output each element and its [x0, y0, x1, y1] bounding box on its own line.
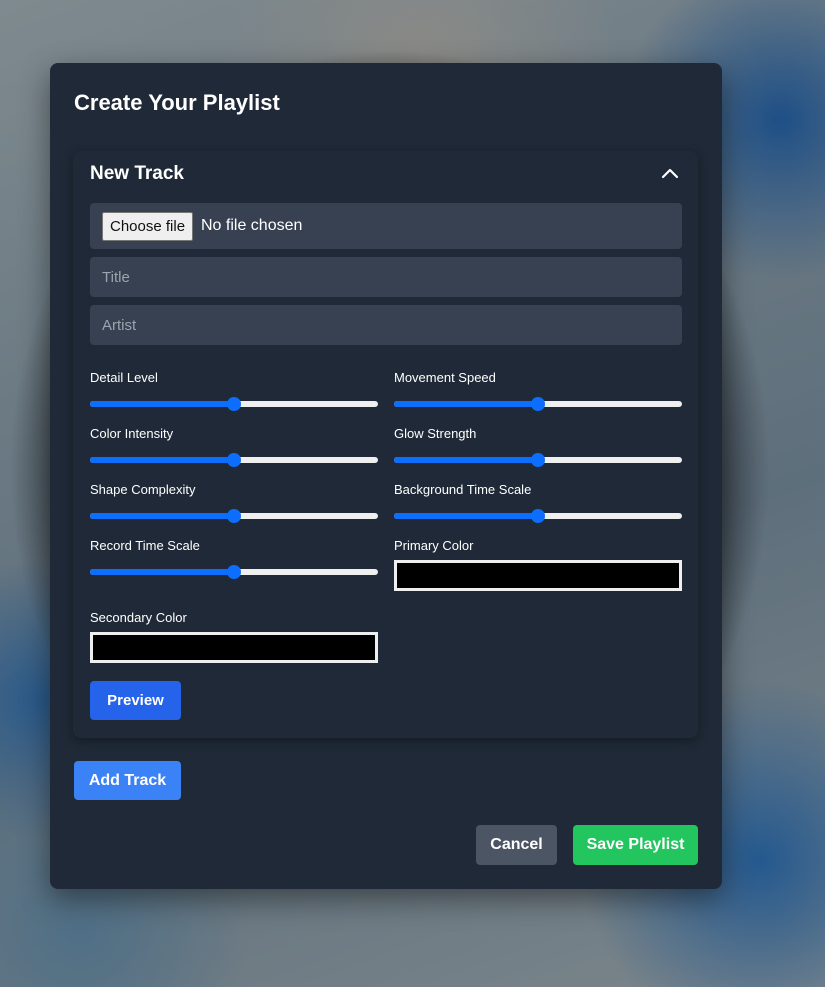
slider-thumb[interactable] [227, 397, 241, 411]
slider-label: Color Intensity [90, 426, 174, 441]
control-primary-color: Primary Color [394, 538, 682, 591]
create-playlist-modal: Create Your Playlist New Track Choose fi… [50, 63, 722, 889]
control-detail-level: Detail Level [90, 370, 378, 412]
primary-color-picker[interactable] [394, 560, 682, 591]
audio-file-input: Choose file No file chosen [90, 203, 682, 249]
control-color-intensity: Color Intensity [90, 426, 378, 468]
detail-level-slider[interactable] [90, 396, 378, 412]
title-field-wrapper [90, 257, 682, 297]
shape-complexity-slider[interactable] [90, 508, 378, 524]
secondary-color-picker[interactable] [90, 632, 378, 663]
artist-input[interactable] [90, 305, 682, 345]
slider-thumb[interactable] [531, 397, 545, 411]
record-time-scale-slider[interactable] [90, 564, 378, 580]
slider-thumb[interactable] [227, 509, 241, 523]
background-time-scale-slider[interactable] [394, 508, 682, 524]
slider-thumb[interactable] [531, 509, 545, 523]
save-playlist-button[interactable]: Save Playlist [573, 825, 698, 865]
slider-label: Movement Speed [394, 370, 496, 385]
preview-button[interactable]: Preview [90, 681, 181, 720]
choose-file-button[interactable]: Choose file [102, 212, 194, 241]
color-label: Primary Color [394, 538, 474, 553]
artist-field-wrapper [90, 305, 682, 345]
slider-label: Glow Strength [394, 426, 477, 441]
color-intensity-slider[interactable] [90, 452, 378, 468]
control-background-time-scale: Background Time Scale [394, 482, 682, 524]
slider-thumb[interactable] [227, 453, 241, 467]
slider-label: Background Time Scale [394, 482, 532, 497]
control-shape-complexity: Shape Complexity [90, 482, 378, 524]
control-movement-speed: Movement Speed [394, 370, 682, 412]
file-status: No file chosen [201, 217, 303, 234]
slider-label: Detail Level [90, 370, 158, 385]
control-record-time-scale: Record Time Scale [90, 538, 378, 580]
track-card: New Track Choose file No file chosen Det… [73, 151, 698, 738]
title-input[interactable] [90, 257, 682, 297]
control-glow-strength: Glow Strength [394, 426, 682, 468]
slider-label: Shape Complexity [90, 482, 196, 497]
slider-thumb[interactable] [531, 453, 545, 467]
glow-strength-slider[interactable] [394, 452, 682, 468]
modal-title: Create Your Playlist [74, 90, 280, 115]
control-secondary-color: Secondary Color [90, 610, 378, 663]
slider-label: Record Time Scale [90, 538, 200, 553]
collapse-toggle-button[interactable] [658, 162, 682, 184]
color-label: Secondary Color [90, 610, 187, 625]
track-title: New Track [90, 163, 184, 184]
slider-thumb[interactable] [227, 565, 241, 579]
chevron-up-icon [661, 168, 679, 179]
movement-speed-slider[interactable] [394, 396, 682, 412]
cancel-button[interactable]: Cancel [476, 825, 557, 865]
add-track-button[interactable]: Add Track [74, 761, 181, 800]
